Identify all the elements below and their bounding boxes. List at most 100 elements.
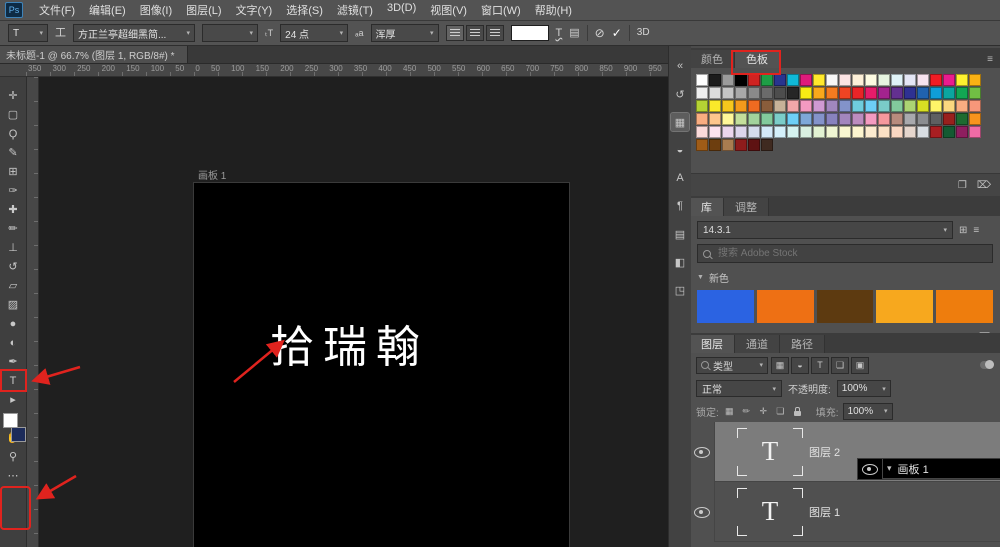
menu-item[interactable]: 3D(D) xyxy=(380,2,423,18)
color-swatch[interactable] xyxy=(956,100,968,112)
color-swatch[interactable] xyxy=(722,113,734,125)
foreground-background-color-control[interactable] xyxy=(2,411,26,447)
color-swatch[interactable] xyxy=(917,100,929,112)
color-swatch[interactable] xyxy=(709,87,721,99)
color-swatch[interactable] xyxy=(826,74,838,86)
layer-row-main[interactable]: ▾画板 1 xyxy=(883,459,1000,479)
color-swatch[interactable] xyxy=(761,139,773,151)
color-swatch[interactable] xyxy=(787,74,799,86)
gradient-tool[interactable]: ▨ xyxy=(0,295,26,314)
color-swatch[interactable] xyxy=(761,126,773,138)
color-swatch[interactable] xyxy=(852,113,864,125)
color-swatch[interactable] xyxy=(696,139,708,151)
color-swatch[interactable] xyxy=(735,74,747,86)
color-swatch[interactable] xyxy=(865,100,877,112)
font-style-select[interactable]: ▾ xyxy=(202,24,258,42)
color-swatch[interactable] xyxy=(891,113,903,125)
tab-paths[interactable]: 路径 xyxy=(780,335,825,353)
color-swatch[interactable] xyxy=(735,113,747,125)
grid-view-icon[interactable]: ⊞ xyxy=(959,225,967,236)
path-selection-tool[interactable]: ▸ xyxy=(0,390,26,409)
color-swatch[interactable] xyxy=(709,74,721,86)
color-swatch[interactable] xyxy=(735,126,747,138)
color-swatch[interactable] xyxy=(787,113,799,125)
color-swatch[interactable] xyxy=(748,113,760,125)
panel-menu-icon[interactable]: ≡ xyxy=(973,225,979,236)
color-swatch[interactable] xyxy=(813,100,825,112)
clone-stamp-tool[interactable]: ⊥ xyxy=(0,238,26,257)
background-color-swatch[interactable] xyxy=(11,427,26,442)
document-tab[interactable]: 未标题-1 @ 66.7% (图层 1, RGB/8#) * xyxy=(0,45,188,63)
filter-type-layers-icon[interactable]: T xyxy=(811,357,829,374)
tab-adjustments[interactable]: 调整 xyxy=(724,198,769,216)
zoom-tool[interactable]: ⚲ xyxy=(0,447,26,466)
artboard[interactable]: 拾瑞翰 xyxy=(193,182,570,547)
eyedropper-tool[interactable]: ✑ xyxy=(0,181,26,200)
align-left-icon[interactable] xyxy=(446,25,464,41)
color-swatch[interactable] xyxy=(787,87,799,99)
libraries-panel-icon[interactable]: ▤ xyxy=(671,225,689,243)
color-swatch[interactable] xyxy=(865,113,877,125)
layer-row[interactable]: ▾画板 1 xyxy=(857,458,1000,480)
color-swatch[interactable] xyxy=(839,113,851,125)
collapse-dock-icon[interactable]: « xyxy=(671,57,689,75)
type-tool[interactable]: T xyxy=(0,371,26,390)
layer-thumbnail[interactable]: T xyxy=(737,428,803,476)
color-swatch[interactable] xyxy=(709,126,721,138)
anti-alias-select[interactable]: 浑厚▾ xyxy=(371,24,439,42)
color-swatch[interactable] xyxy=(904,126,916,138)
menu-item[interactable]: 帮助(H) xyxy=(528,2,579,18)
color-swatch[interactable] xyxy=(709,113,721,125)
cancel-edits-button[interactable]: ⊘ xyxy=(595,27,605,39)
color-swatch[interactable] xyxy=(787,126,799,138)
color-swatch[interactable] xyxy=(774,126,786,138)
color-swatch[interactable] xyxy=(748,126,760,138)
color-swatch[interactable] xyxy=(813,113,825,125)
filter-shape-layers-icon[interactable]: ❏ xyxy=(831,357,849,374)
color-swatch[interactable] xyxy=(813,87,825,99)
color-swatch[interactable] xyxy=(917,87,929,99)
tool-preset-picker[interactable]: T▾ xyxy=(8,24,48,42)
color-swatch[interactable] xyxy=(696,87,708,99)
filter-kind-select[interactable]: 类型 ▾ xyxy=(696,357,768,374)
color-swatch[interactable] xyxy=(774,113,786,125)
color-swatch[interactable] xyxy=(774,100,786,112)
color-swatch[interactable] xyxy=(761,74,773,86)
marquee-tool[interactable]: ▢ xyxy=(0,105,26,124)
color-swatch[interactable] xyxy=(813,126,825,138)
menu-item[interactable]: 文件(F) xyxy=(32,2,82,18)
color-swatch[interactable] xyxy=(930,74,942,86)
search-input[interactable] xyxy=(716,247,987,260)
color-swatch[interactable] xyxy=(748,100,760,112)
canvas-area[interactable]: 画板 1 拾瑞翰 xyxy=(26,77,668,547)
menu-item[interactable]: 视图(V) xyxy=(423,2,474,18)
character-panel-icon[interactable]: A xyxy=(671,169,689,187)
menu-item[interactable]: 滤镜(T) xyxy=(330,2,380,18)
color-swatch[interactable] xyxy=(722,74,734,86)
color-swatch[interactable] xyxy=(800,87,812,99)
library-color-chip[interactable] xyxy=(817,290,874,323)
commit-edits-button[interactable]: ✓ xyxy=(612,27,622,39)
color-swatch[interactable] xyxy=(722,126,734,138)
tab-libraries[interactable]: 库 xyxy=(690,198,724,216)
library-color-chip[interactable] xyxy=(876,290,933,323)
lasso-tool[interactable]: Ϙ xyxy=(0,124,26,143)
fill-input[interactable]: 100% ▾ xyxy=(843,403,893,420)
canvas-text[interactable]: 拾瑞翰 xyxy=(270,311,429,375)
menu-item[interactable]: 图像(I) xyxy=(133,2,179,18)
color-swatch[interactable] xyxy=(930,87,942,99)
color-swatch[interactable] xyxy=(735,100,747,112)
tab-swatches[interactable]: 色板 xyxy=(735,50,780,68)
color-swatch[interactable] xyxy=(826,100,838,112)
color-swatch[interactable] xyxy=(735,139,747,151)
dodge-tool[interactable]: ◐ xyxy=(0,333,26,352)
color-swatch[interactable] xyxy=(904,100,916,112)
opacity-input[interactable]: 100% ▾ xyxy=(837,380,891,397)
library-color-chip[interactable] xyxy=(757,290,814,323)
align-center-icon[interactable] xyxy=(466,25,484,41)
color-swatch[interactable] xyxy=(891,87,903,99)
color-swatch[interactable] xyxy=(930,113,942,125)
color-swatch[interactable] xyxy=(969,126,981,138)
toggle-panels-icon[interactable]: ▤ xyxy=(569,28,579,39)
filter-adjustment-layers-icon[interactable]: ◒ xyxy=(791,357,809,374)
